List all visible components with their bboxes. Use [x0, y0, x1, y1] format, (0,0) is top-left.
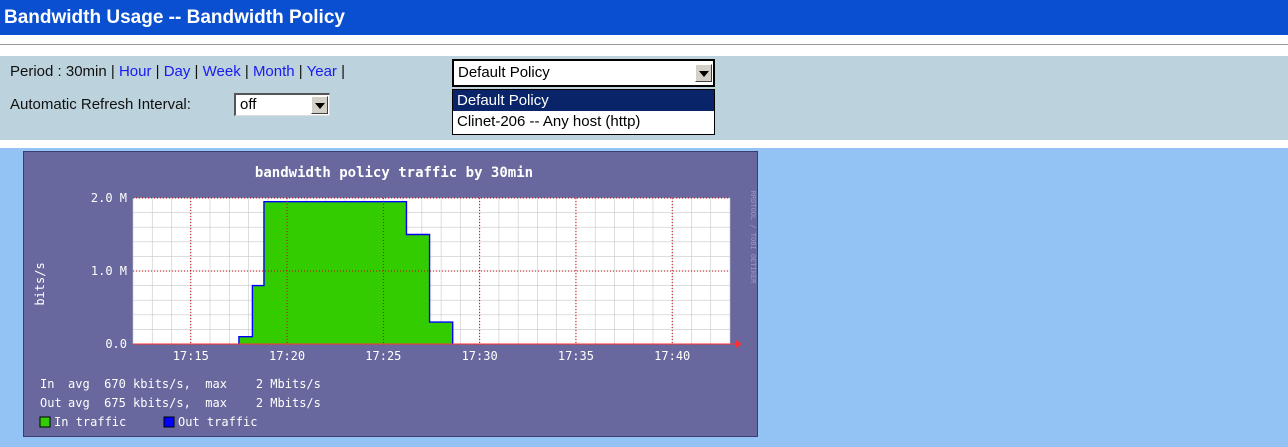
period-label: Period : 30min | — [10, 63, 115, 80]
stat-out-line: avg 675 kbits/s, max 2 Mbits/s — [68, 396, 321, 410]
policy-option-clinet-206[interactable]: Clinet-206 -- Any host (http) — [453, 111, 714, 132]
x-axis-arrow — [736, 340, 742, 348]
rrdtool-side-label: RRDTOOL / TOBI OETIKER — [749, 191, 757, 285]
page-title: Bandwidth Usage -- Bandwidth Policy — [0, 0, 1288, 35]
policy-dropdown-list: Default Policy Clinet-206 -- Any host (h… — [452, 89, 715, 135]
period-separator: | — [341, 63, 345, 80]
refresh-interval-select[interactable]: off — [234, 93, 330, 116]
x-tick-label: 17:30 — [462, 349, 498, 363]
policy-select-value: Default Policy — [458, 64, 550, 81]
stat-in-dir: In — [40, 377, 54, 391]
y-axis-label: bits/s — [33, 262, 47, 305]
policy-dropdown-button[interactable] — [695, 64, 712, 82]
period-link-month[interactable]: Month — [253, 63, 295, 80]
period-link-week[interactable]: Week — [203, 63, 241, 80]
chart-title: bandwidth policy traffic by 30min — [255, 165, 533, 181]
legend-out-swatch — [163, 416, 175, 428]
bandwidth-graph: bandwidth policy traffic by 30min bits/s… — [23, 151, 758, 437]
policy-select[interactable]: Default Policy — [452, 59, 715, 87]
period-link-year[interactable]: Year — [307, 63, 337, 80]
refresh-row: Automatic Refresh Interval: — [10, 96, 191, 113]
period-row: Period : 30min | Hour | Day | Week | Mon… — [10, 63, 345, 80]
x-tick-label: 17:15 — [173, 349, 209, 363]
chart-svg: bandwidth policy traffic by 30min bits/s… — [33, 165, 757, 429]
x-tick-label: 17:20 — [269, 349, 305, 363]
policy-option-default[interactable]: Default Policy — [453, 90, 714, 111]
y-tick-label: 0.0 — [105, 337, 127, 351]
chevron-down-icon — [315, 103, 325, 109]
refresh-dropdown-button[interactable] — [311, 96, 328, 114]
legend-out-label: Out traffic — [178, 415, 257, 429]
y-tick-label: 2.0 M — [91, 191, 127, 205]
chevron-down-icon — [699, 71, 709, 77]
stat-in-line: avg 670 kbits/s, max 2 Mbits/s — [68, 377, 321, 391]
refresh-label: Automatic Refresh Interval: — [10, 96, 191, 113]
x-tick-label: 17:35 — [558, 349, 594, 363]
x-tick-label: 17:25 — [365, 349, 401, 363]
y-tick-label: 1.0 M — [91, 264, 127, 278]
legend-in-label: In traffic — [54, 415, 126, 429]
period-link-hour[interactable]: Hour — [119, 63, 152, 80]
period-link-day[interactable]: Day — [164, 63, 191, 80]
stats-block: In avg 670 kbits/s, max 2 Mbits/s Out av… — [40, 377, 321, 410]
x-tick-label: 17:40 — [654, 349, 690, 363]
divider — [0, 44, 1288, 45]
refresh-interval-value: off — [240, 96, 257, 113]
legend-in-swatch — [39, 416, 51, 428]
stat-out-dir: Out — [40, 396, 62, 410]
